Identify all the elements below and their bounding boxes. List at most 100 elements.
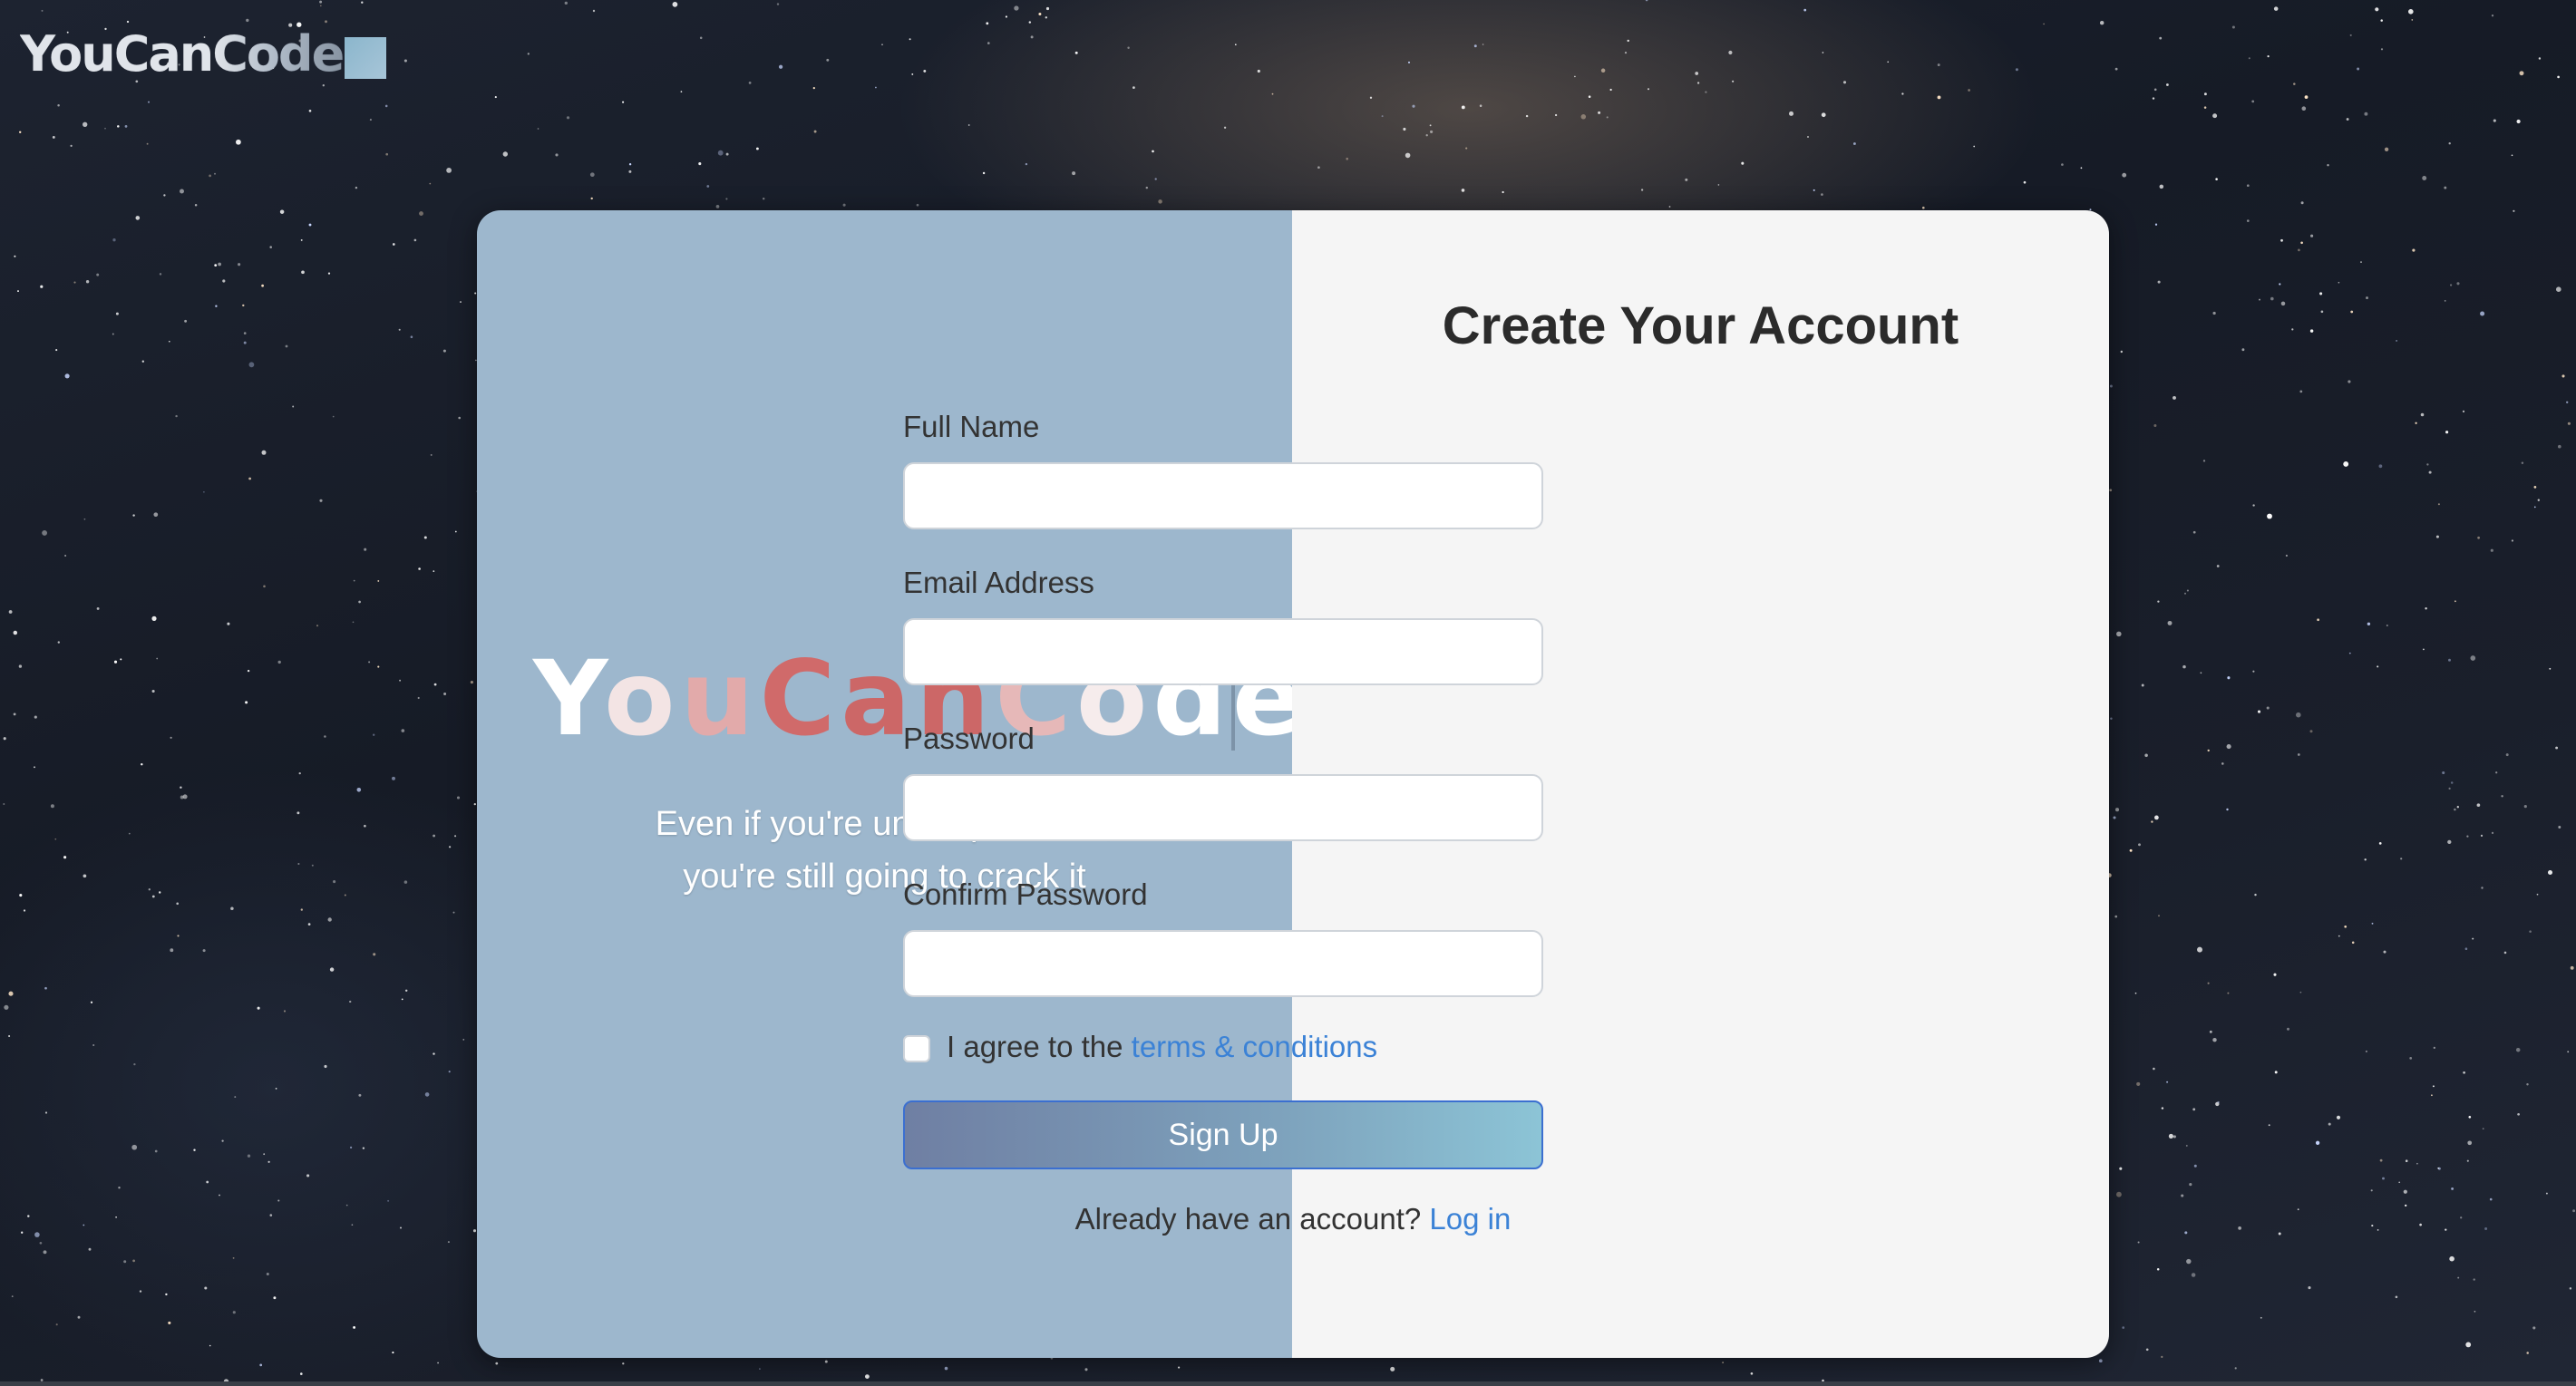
email-input[interactable]: [903, 618, 1543, 685]
star: [373, 733, 375, 736]
star: [50, 804, 54, 809]
star: [2364, 858, 2367, 861]
star: [462, 1039, 465, 1041]
star: [1717, 184, 1720, 186]
star: [454, 530, 457, 533]
confirm-password-input[interactable]: [903, 930, 1543, 997]
star: [2513, 209, 2515, 212]
star: [2015, 68, 2018, 72]
star: [19, 894, 23, 897]
star: [369, 119, 372, 121]
star: [2152, 97, 2155, 100]
star: [2119, 1167, 2123, 1170]
star: [92, 1043, 95, 1047]
star: [2555, 286, 2561, 293]
star: [277, 1199, 280, 1202]
star: [2158, 915, 2160, 917]
password-input[interactable]: [903, 774, 1543, 841]
star: [424, 1092, 430, 1097]
star: [1479, 104, 1482, 107]
star: [218, 262, 221, 267]
hero-title-letter: o: [604, 638, 681, 759]
star: [2298, 248, 2300, 252]
star: [2476, 803, 2481, 808]
star: [349, 1000, 352, 1003]
star: [2416, 1162, 2418, 1165]
star: [1588, 95, 1591, 98]
star: [115, 312, 119, 315]
star: [2280, 238, 2283, 242]
star: [248, 362, 255, 368]
star: [2433, 1046, 2435, 1050]
star: [257, 1006, 260, 1010]
star: [404, 989, 408, 993]
star: [2304, 95, 2309, 99]
star: [329, 967, 335, 972]
star: [168, 1321, 171, 1324]
terms-checkbox[interactable]: [903, 1035, 930, 1062]
signup-button[interactable]: Sign Up: [903, 1100, 1543, 1169]
full-name-input[interactable]: [903, 462, 1543, 529]
star: [2477, 536, 2480, 539]
login-prompt: Already have an account? Log in: [636, 1202, 1950, 1236]
star: [2299, 991, 2302, 993]
star: [392, 776, 395, 780]
star: [1473, 44, 1477, 48]
star: [2241, 348, 2245, 352]
star: [1600, 68, 1606, 73]
star: [2310, 234, 2314, 237]
login-link[interactable]: Log in: [1429, 1202, 1511, 1236]
star: [2138, 843, 2141, 847]
star: [300, 238, 303, 241]
star: [1901, 92, 1904, 95]
star: [2380, 48, 2384, 51]
star: [564, 1, 568, 5]
star: [168, 340, 170, 343]
star: [2300, 201, 2304, 205]
star: [2212, 113, 2218, 119]
star: [139, 1290, 142, 1293]
star: [2445, 1228, 2447, 1231]
star: [1598, 111, 1601, 114]
star: [433, 683, 437, 686]
terms-link[interactable]: terms & conditions: [1132, 1030, 1377, 1063]
star: [2493, 119, 2496, 122]
star: [2448, 658, 2451, 662]
brand-logo[interactable]: YouCanCode: [20, 25, 387, 82]
star: [2109, 489, 2113, 492]
star: [2280, 301, 2286, 306]
star: [245, 701, 248, 704]
star: [2168, 1133, 2173, 1139]
star: [2561, 374, 2565, 378]
star: [472, 1229, 477, 1233]
star: [2156, 1267, 2160, 1271]
full-name-label: Full Name: [903, 410, 1040, 443]
star: [2114, 808, 2120, 812]
star: [2110, 717, 2113, 720]
star: [1132, 86, 1135, 89]
star: [1788, 111, 1794, 116]
star: [2043, 23, 2045, 25]
star: [2215, 178, 2218, 180]
star: [73, 281, 76, 284]
star: [215, 305, 218, 307]
star: [273, 1296, 277, 1300]
star: [566, 116, 570, 120]
star: [2122, 1326, 2124, 1329]
star: [277, 660, 281, 664]
star: [141, 762, 143, 766]
star: [90, 1001, 93, 1003]
star: [1028, 21, 1032, 24]
star: [132, 514, 135, 517]
star: [1030, 35, 1034, 39]
star: [2238, 1226, 2241, 1230]
star: [1152, 150, 1154, 153]
star: [373, 953, 376, 956]
star: [2516, 119, 2521, 124]
star: [1973, 145, 1976, 148]
star: [2260, 1316, 2262, 1319]
star: [2523, 805, 2527, 809]
star: [2209, 1030, 2212, 1033]
star: [2463, 1071, 2465, 1074]
star: [2226, 744, 2231, 750]
